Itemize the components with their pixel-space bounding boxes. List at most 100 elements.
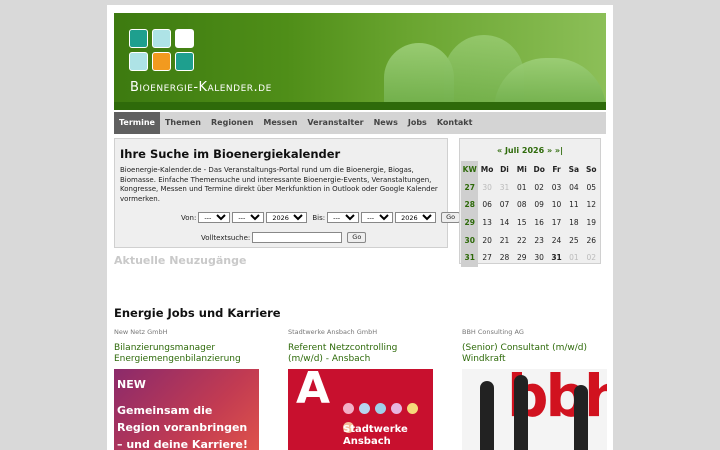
nav-termine[interactable]: Termine [114,112,160,134]
person-graphic [574,385,588,450]
calendar-day[interactable]: 09 [530,196,547,214]
calendar-day[interactable]: 06 [478,196,495,214]
volltext-go-button[interactable]: Go [347,232,367,243]
calendar-day[interactable]: 30 [530,249,547,267]
weekday-header: Sa [568,165,580,175]
nav-news[interactable]: News [369,112,403,134]
job-card: Stadtwerke Ansbach GmbH Referent Netzcon… [288,328,433,450]
job-image-text: NEW [117,378,146,391]
calendar-day[interactable]: 01 [565,249,582,267]
job-card: New Netz GmbH Bilanzierungsmanager Energ… [114,328,259,450]
calendar-day[interactable]: 05 [583,179,600,197]
header-banner[interactable]: Bioenergie-Kalender.de [114,13,606,110]
person-graphic [514,375,528,450]
weekday-header: Do [533,165,545,175]
calendar-week-row: 31 27 28 29 30 31 01 02 [461,248,600,267]
page: Bioenergie-Kalender.de Termine Themen Re… [107,5,613,450]
calendar-day[interactable]: 25 [565,231,582,249]
nav-messen[interactable]: Messen [258,112,302,134]
job-image[interactable]: NEW Gemeinsam die Region voranbringen – … [114,369,259,450]
nav-kontakt[interactable]: Kontakt [432,112,478,134]
calendar-day[interactable]: 22 [513,231,530,249]
calendar-day[interactable]: 04 [565,179,582,197]
volltext-row: Volltextsuche: Go [201,232,367,243]
weekday-header: Mo [480,165,494,175]
calendar-day[interactable]: 26 [583,231,600,249]
search-panel: Ihre Suche im Bioenergiekalender Bioener… [114,138,461,248]
calendar-day[interactable]: 14 [496,214,513,232]
calendar-next-link[interactable]: » »| [547,146,563,155]
job-image-text: A [296,369,331,414]
week-number[interactable]: 30 [461,231,479,249]
calendar-week-row: 28 06 07 08 09 10 11 12 [461,196,600,214]
calendar-day[interactable]: 03 [548,179,565,197]
job-title-link[interactable]: Referent Netzcontrolling (m/w/d) - Ansba… [288,343,433,367]
week-number[interactable]: 28 [461,196,479,214]
nav-themen[interactable]: Themen [160,112,206,134]
logo-text: Bioenergie-Kalender.de [130,80,272,95]
nav-regionen[interactable]: Regionen [206,112,258,134]
calendar-day-today[interactable]: 31 [548,249,565,267]
calendar-day[interactable]: 30 [478,179,495,197]
calendar-day[interactable]: 31 [496,179,513,197]
volltext-input[interactable] [252,232,343,243]
nav-jobs[interactable]: Jobs [403,112,432,134]
calendar-day[interactable]: 21 [496,231,513,249]
calendar-day[interactable]: 10 [548,196,565,214]
calendar-day[interactable]: 20 [478,231,495,249]
week-number[interactable]: 27 [461,178,479,197]
neuzugaenge-heading: Aktuelle Neuzugänge [114,254,247,267]
week-number[interactable]: 29 [461,213,479,232]
von-day-select[interactable]: --- [198,212,231,223]
jobs-heading: Energie Jobs und Karriere [114,306,281,320]
job-title-link[interactable]: Bilanzierungsmanager Energiemengenbilanz… [114,343,259,367]
calendar-day[interactable]: 29 [513,249,530,267]
calendar-prev-link[interactable]: « [497,146,502,155]
job-image[interactable]: bbh [462,369,607,450]
job-company: Stadtwerke Ansbach GmbH [288,328,378,336]
weekday-header: Mi [516,165,527,175]
calendar-day[interactable]: 19 [583,214,600,232]
calendar-day[interactable]: 18 [565,214,582,232]
calendar-week-row: 29 13 14 15 16 17 18 19 [461,213,600,232]
mini-calendar: « Juli 2026 » »| KW Mo Di Mi Do Fr Sa So… [459,138,601,267]
calendar-day[interactable]: 28 [496,249,513,267]
banner-strip [114,102,606,110]
job-company: BBH Consulting AG [462,328,524,336]
calendar-day[interactable]: 08 [513,196,530,214]
von-year-select[interactable]: 2026 [266,212,308,223]
calendar-month-label[interactable]: Juli 2026 [505,146,544,155]
date-go-button[interactable]: Go [441,212,461,223]
calendar-day[interactable]: 13 [478,214,495,232]
calendar-day[interactable]: 02 [530,179,547,197]
calendar-day[interactable]: 17 [548,214,565,232]
calendar-day[interactable]: 07 [496,196,513,214]
weekday-header: So [586,165,597,175]
main-nav: Termine Themen Regionen Messen Veranstal… [114,112,606,134]
calendar-day[interactable]: 27 [478,249,495,267]
bis-month-select[interactable]: --- [361,212,394,223]
calendar-day[interactable]: 11 [565,196,582,214]
weekday-header: Di [500,165,509,175]
search-title: Ihre Suche im Bioenergiekalender [120,147,341,161]
calendar-day[interactable]: 23 [530,231,547,249]
kw-header: KW [461,161,479,179]
calendar-day[interactable]: 02 [583,249,600,267]
week-number[interactable]: 31 [461,248,479,267]
bis-year-select[interactable]: 2026 [395,212,437,223]
calendar-day[interactable]: 16 [530,214,547,232]
calendar-day[interactable]: 15 [513,214,530,232]
search-description: Bioenergie-Kalender.de - Das Veranstaltu… [120,166,438,203]
job-title-link[interactable]: (Senior) Consultant (m/w/d) Windkraft [462,343,607,367]
job-image[interactable]: A Stadtwerke Ansbach [288,369,433,450]
calendar-week-row: 30 20 21 22 23 24 25 26 [461,231,600,249]
person-graphic [480,381,494,450]
calendar-day[interactable]: 01 [513,179,530,197]
calendar-day[interactable]: 12 [583,196,600,214]
calendar-header: « Juli 2026 » »| [460,146,600,155]
nav-veranstalter[interactable]: Veranstalter [302,112,368,134]
bis-day-select[interactable]: --- [327,212,360,223]
von-month-select[interactable]: --- [232,212,265,223]
calendar-day[interactable]: 24 [548,231,565,249]
calendar-week-row: 27 30 31 01 02 03 04 05 [461,178,600,197]
